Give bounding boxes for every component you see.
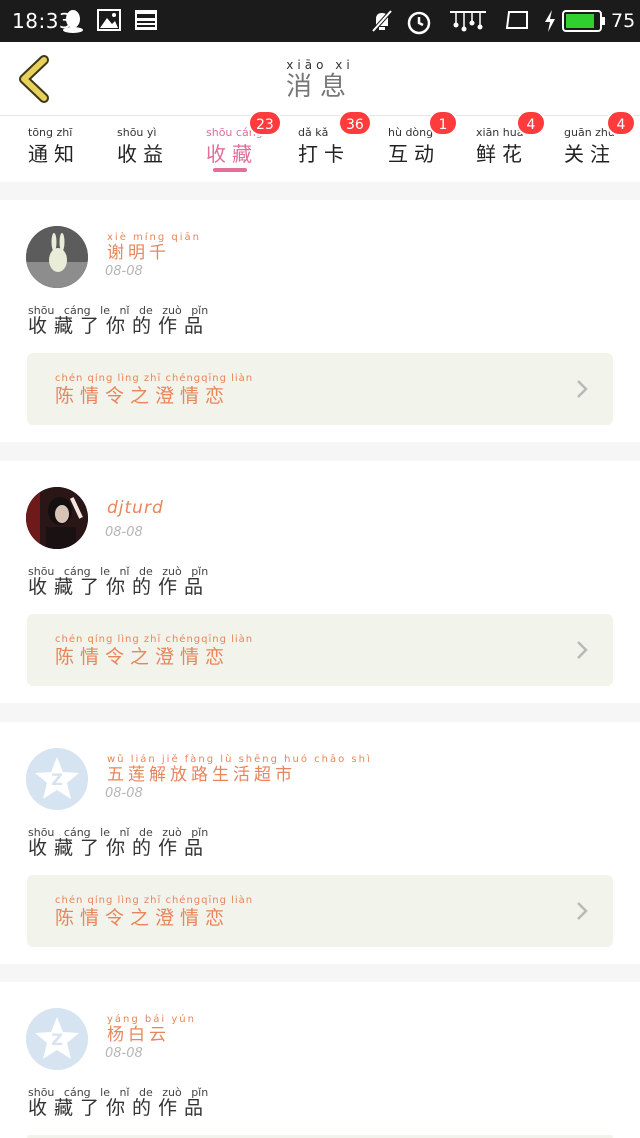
chevron-right-icon (577, 380, 588, 398)
tab-label: 通知 (28, 142, 80, 166)
notification-date: 08-08 (105, 264, 143, 279)
badge-flowers: 4 (516, 110, 546, 136)
page-title: xiāo xi 消息 (0, 58, 640, 102)
user-name[interactable]: 杨白云 (107, 1020, 170, 1045)
tab-label: 收藏 (206, 142, 258, 166)
action-text: 收藏了你的作品 (28, 1097, 211, 1119)
user-name[interactable]: djturd (107, 498, 164, 518)
tab-notice[interactable]: tōng zhī 通知 (28, 122, 108, 180)
avatar[interactable]: Z (26, 1008, 88, 1070)
notification-date: 08-08 (105, 1046, 143, 1061)
badge-interaction: 1 (428, 110, 458, 136)
badge-favorites: 23 (248, 110, 282, 136)
tab-label: 关注 (564, 142, 616, 166)
charging-icon (545, 10, 555, 32)
qq-icon (63, 10, 83, 33)
page-title-text: 消息 (285, 72, 354, 102)
tab-label: 鲜花 (476, 142, 528, 166)
user-name[interactable]: 五莲解放路生活超市 (107, 760, 296, 785)
page-title-pinyin: xiāo xi (286, 58, 354, 72)
active-tab-indicator (213, 168, 247, 172)
rabbit-avatar-icon (26, 226, 88, 288)
status-bar: 18:33 75 (0, 0, 640, 42)
notification-card: xiè míng qiān 谢明千 08-08 shōu cáng le nǐ … (0, 200, 640, 442)
screen-icon (505, 11, 528, 29)
default-avatar-icon: Z (26, 748, 88, 810)
battery-level: 75 (611, 10, 636, 32)
header-bar: xiāo xi 消息 (0, 42, 640, 116)
work-link[interactable]: chén qíng lìng zhī chéngqīng liàn 陈情令之澄情… (27, 614, 613, 686)
work-link[interactable]: chén qíng lìng zhī chéngqīng liàn 陈情令之澄情… (27, 875, 613, 947)
badge-follow: 4 (606, 110, 636, 136)
work-title: 陈情令之澄情恋 (55, 907, 231, 929)
mute-bell-icon (371, 9, 393, 33)
action-text: 收藏了你的作品 (28, 837, 211, 859)
alarm-icon (407, 11, 431, 35)
tab-flowers[interactable]: xiān huā 鲜花 (476, 122, 556, 180)
default-avatar-icon: Z (26, 1008, 88, 1070)
avatar[interactable]: Z (26, 748, 88, 810)
tab-income[interactable]: shōu yì 收益 (117, 122, 197, 180)
work-title: 陈情令之澄情恋 (55, 646, 231, 668)
svg-text:Z: Z (51, 1030, 63, 1049)
notification-date: 08-08 (105, 525, 143, 540)
tab-bar: tōng zhī 通知 shōu yì 收益 shōu cáng 收藏 dǎ k… (0, 110, 640, 182)
chevron-right-icon (577, 641, 588, 659)
notification-card: Z wǔ lián jiě fàng lù shēng huó chāo shì… (0, 722, 640, 964)
battery-icon (562, 10, 605, 32)
avatar[interactable] (26, 226, 88, 288)
tab-interaction[interactable]: hù dòng 互动 (388, 122, 468, 180)
user-name[interactable]: 谢明千 (107, 238, 170, 263)
svg-text:Z: Z (51, 770, 63, 789)
tab-label: 打卡 (298, 142, 350, 166)
news-icon (135, 10, 157, 30)
action-text: 收藏了你的作品 (28, 576, 211, 598)
action-text: 收藏了你的作品 (28, 315, 211, 337)
decor-icon (450, 11, 486, 32)
tab-label: 收益 (117, 142, 169, 166)
work-link[interactable]: chén qíng lìng zhī chéngqīng liàn 陈情令之澄情… (27, 353, 613, 425)
avatar[interactable] (26, 487, 88, 549)
notification-card: Z yáng bái yún 杨白云 08-08 shōu cáng le nǐ… (0, 982, 640, 1138)
tab-label: 互动 (388, 142, 440, 166)
gallery-icon (97, 9, 121, 31)
notification-date: 08-08 (105, 786, 143, 801)
chevron-right-icon (577, 902, 588, 920)
work-title: 陈情令之澄情恋 (55, 385, 231, 407)
notification-card: djturd 08-08 shōu cáng le nǐ de zuò pǐn … (0, 461, 640, 703)
badge-checkin: 36 (338, 110, 372, 136)
photo-avatar-icon (26, 487, 88, 549)
